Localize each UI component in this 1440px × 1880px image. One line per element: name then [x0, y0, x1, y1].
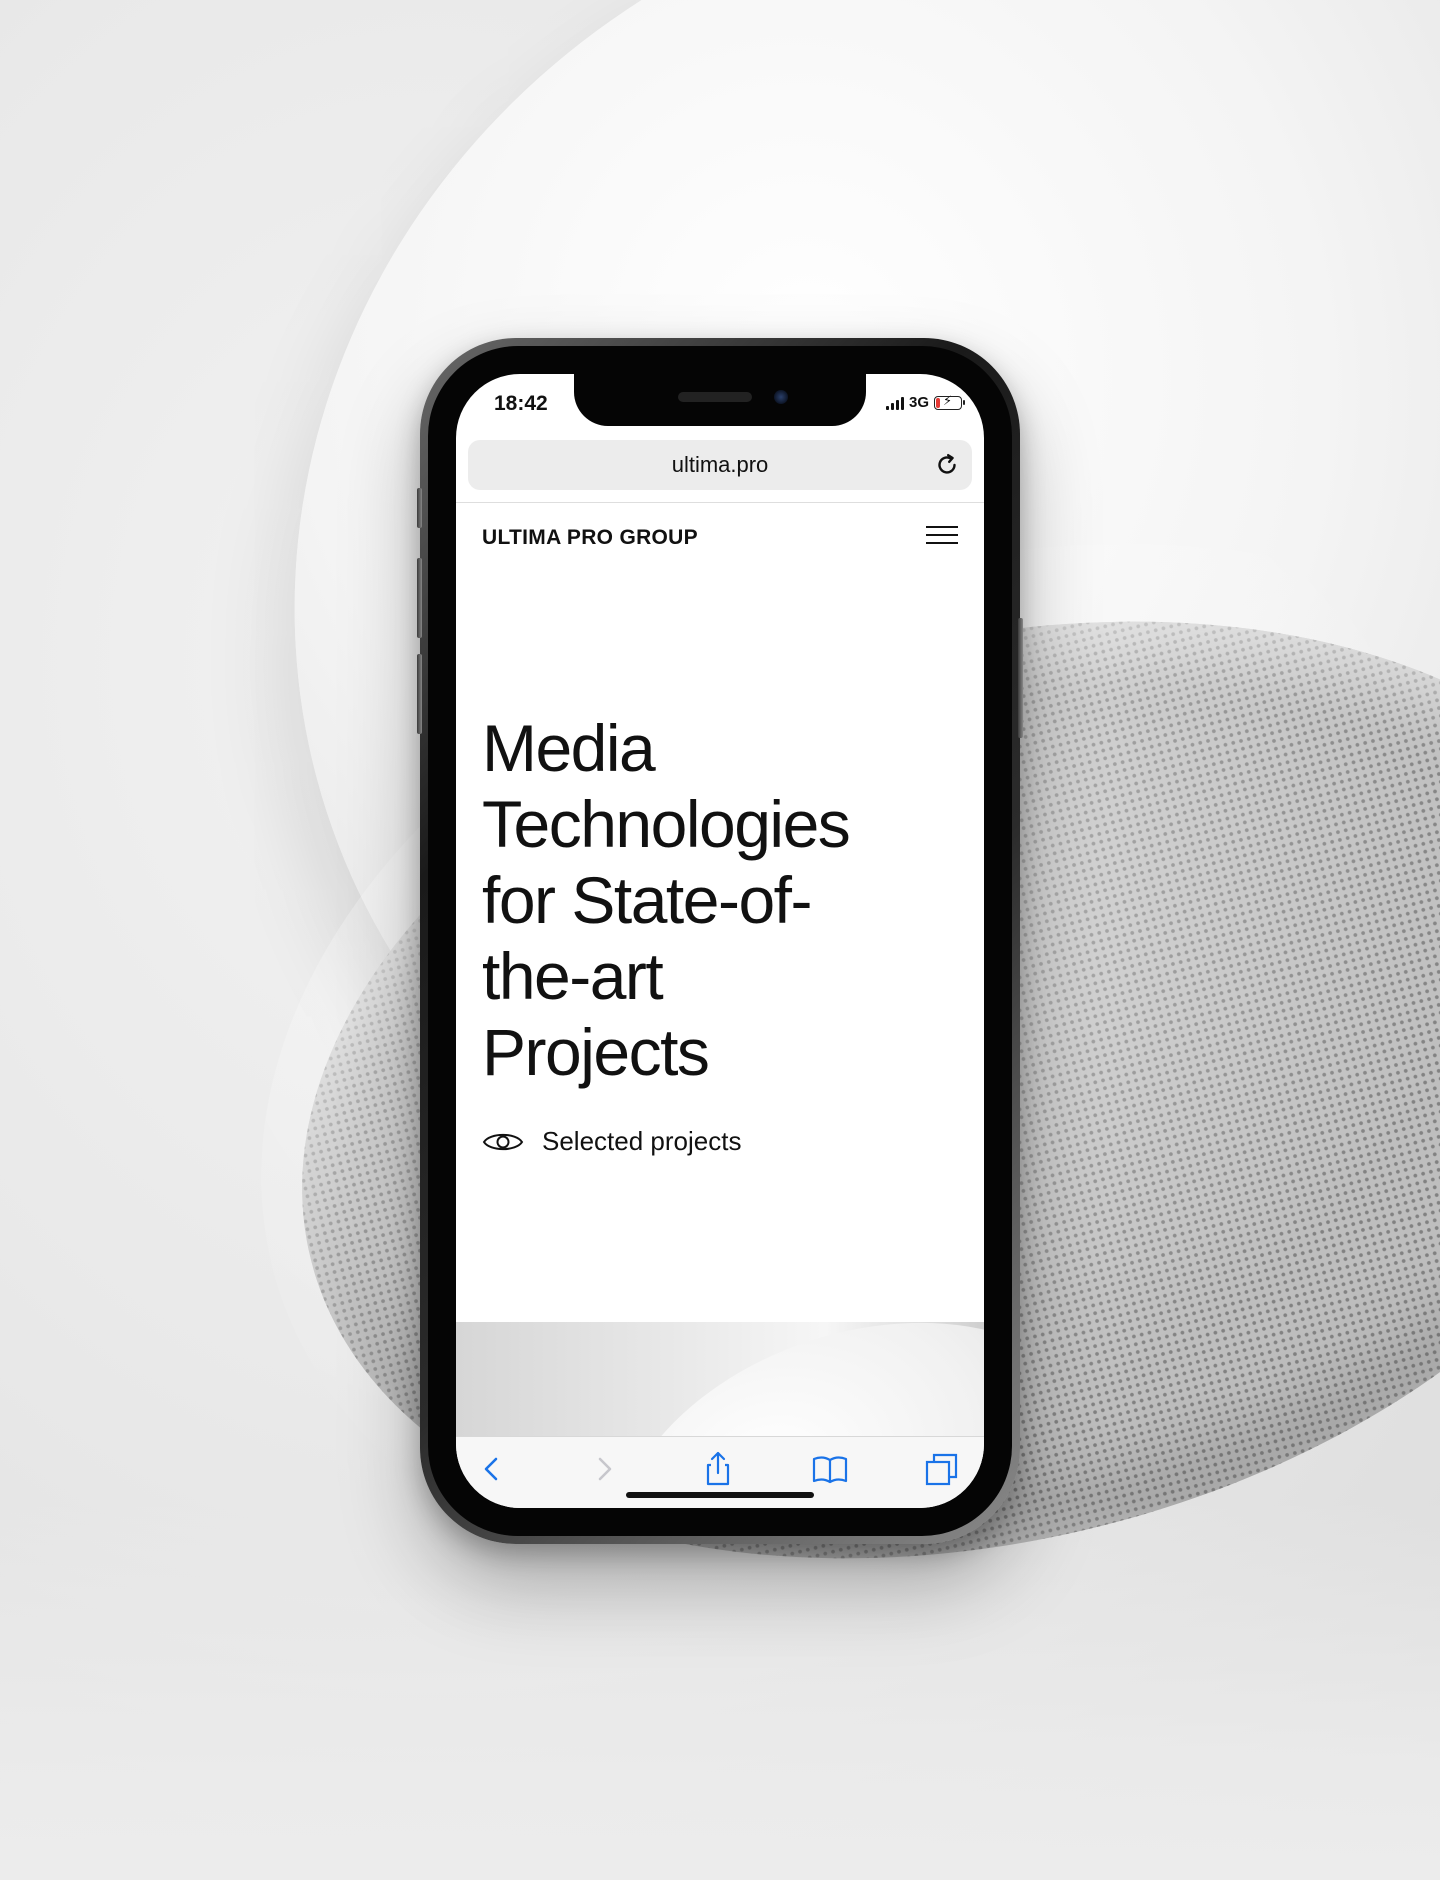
phone-device: 18:42 3G ⚡ ultima.pro ULTIMA PRO GROUP M…: [417, 338, 1023, 1544]
network-type: 3G: [908, 394, 929, 411]
hero-line: Technologies: [482, 787, 851, 861]
hero-title: Media Technologies for State-of- the-art…: [482, 710, 962, 1090]
hero-line: Media: [482, 711, 656, 785]
earpiece: [678, 392, 752, 402]
notch: [574, 374, 866, 426]
floor-fade: [0, 1500, 1440, 1880]
reload-icon[interactable]: [934, 452, 960, 478]
hero-line: for State-of-: [482, 863, 812, 937]
site-header: ULTIMA PRO GROUP: [482, 522, 958, 552]
volume-down-button: [417, 654, 422, 734]
battery-level: [936, 397, 940, 408]
home-indicator[interactable]: [626, 1492, 814, 1498]
eye-icon: [482, 1133, 524, 1150]
hero-line: Projects: [482, 1015, 710, 1089]
battery-icon: ⚡: [934, 392, 965, 410]
selected-projects-label[interactable]: Selected projects: [542, 1126, 741, 1157]
back-icon[interactable]: [472, 1449, 512, 1489]
tabs-icon[interactable]: [922, 1449, 962, 1489]
preview-speaker-shape: [563, 1322, 984, 1436]
signal-strength-icon: [885, 396, 904, 410]
phone-screen: 18:42 3G ⚡ ultima.pro ULTIMA PRO GROUP M…: [456, 374, 984, 1508]
bookmarks-icon[interactable]: [810, 1449, 850, 1489]
url-text[interactable]: ultima.pro: [468, 452, 972, 478]
status-time: 18:42: [494, 392, 548, 415]
hamburger-menu-icon[interactable]: [926, 526, 958, 546]
background-scene: 18:42 3G ⚡ ultima.pro ULTIMA PRO GROUP M…: [0, 0, 1440, 1880]
brand-logo[interactable]: ULTIMA PRO GROUP: [482, 526, 698, 550]
mute-switch: [417, 488, 422, 528]
project-preview-image: [456, 1322, 984, 1436]
forward-icon[interactable]: [584, 1449, 624, 1489]
selected-projects-link[interactable]: Selected projects: [482, 1126, 741, 1157]
address-bar[interactable]: ultima.pro: [468, 440, 972, 490]
hero-line: the-art: [482, 939, 664, 1013]
power-button: [1018, 618, 1023, 738]
front-camera: [774, 390, 788, 404]
status-indicators: 3G ⚡: [885, 392, 965, 411]
charging-bolt-icon: ⚡: [943, 392, 953, 408]
address-bar-divider: [456, 502, 984, 503]
volume-up-button: [417, 558, 422, 638]
share-icon[interactable]: [698, 1449, 738, 1489]
